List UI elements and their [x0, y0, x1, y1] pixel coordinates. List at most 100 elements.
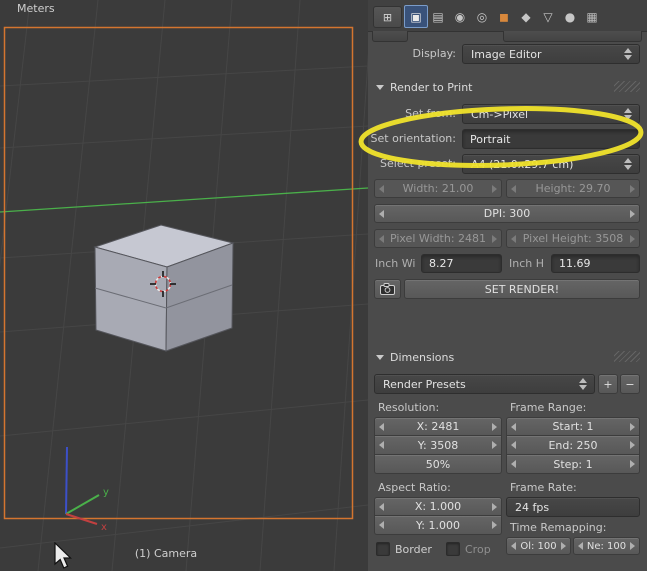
- dimensions-panel-header[interactable]: Dimensions: [368, 348, 647, 366]
- 3d-viewport[interactable]: y x: [0, 0, 368, 571]
- inch-height-value: 11.69: [559, 257, 591, 270]
- pixel-width-value: Pixel Width: 2481: [389, 232, 487, 245]
- tab-texture[interactable]: ▦: [580, 5, 604, 28]
- select-preset-dropdown[interactable]: A4 (21.0x29.7 cm): [462, 154, 640, 174]
- select-preset-label: Select preset:: [380, 157, 456, 170]
- tab-render[interactable]: ▣: [404, 5, 428, 28]
- checkbox-icon[interactable]: [376, 542, 390, 556]
- resolution-y-slider[interactable]: Y: 3508: [374, 436, 502, 455]
- decrement-arrow-icon[interactable]: [578, 542, 583, 550]
- decrement-arrow-icon[interactable]: [379, 422, 384, 431]
- increment-arrow-icon[interactable]: [630, 422, 635, 431]
- decrement-arrow-icon[interactable]: [379, 521, 384, 529]
- dropdown-arrows-icon: [624, 107, 632, 121]
- scrolled-widget-fragment: [372, 31, 408, 42]
- set-orientation-field[interactable]: Portrait: [462, 129, 640, 149]
- frame-start-value: Start: 1: [552, 420, 594, 433]
- border-checkbox-label: Border: [395, 542, 432, 556]
- resolution-label: Resolution:: [378, 401, 440, 414]
- panel-collapse-icon[interactable]: [376, 354, 384, 360]
- crop-checkbox-label: Crop: [465, 542, 491, 556]
- cube-object[interactable]: [93, 224, 235, 352]
- increment-arrow-icon: [492, 234, 497, 243]
- aspect-x-slider[interactable]: X: 1.000: [374, 497, 502, 516]
- frame-rate-label: Frame Rate:: [510, 481, 577, 494]
- border-checkbox[interactable]: Border: [376, 542, 432, 556]
- frame-end-slider[interactable]: End: 250: [506, 436, 640, 455]
- time-remap-new-value: Ne: 100: [586, 540, 627, 552]
- viewport-camera-label: (1) Camera: [134, 547, 198, 560]
- panel-drag-grip[interactable]: [614, 81, 640, 92]
- camera-icon: [380, 283, 395, 295]
- viewport-unit-label: Meters: [17, 2, 55, 15]
- render-presets-dropdown[interactable]: Render Presets: [374, 374, 595, 394]
- time-remapping-label: Time Remapping:: [510, 521, 607, 534]
- increment-arrow-icon[interactable]: [492, 422, 497, 431]
- frame-rate-value: 24 fps: [515, 500, 550, 514]
- tab-scene[interactable]: ◉: [448, 5, 472, 28]
- decrement-arrow-icon[interactable]: [511, 422, 516, 431]
- camera-snapshot-button[interactable]: [374, 279, 401, 299]
- decrement-arrow-icon[interactable]: [511, 542, 516, 550]
- resolution-x-slider[interactable]: X: 2481: [374, 417, 502, 436]
- aspect-y-slider[interactable]: Y: 1.000: [374, 516, 502, 535]
- frame-step-slider[interactable]: Step: 1: [506, 455, 640, 474]
- time-remap-old-slider[interactable]: Ol: 100: [506, 537, 571, 555]
- decrement-arrow-icon: [511, 234, 516, 243]
- dpi-value: DPI: 300: [483, 207, 531, 220]
- resolution-percentage-slider[interactable]: 50%: [374, 455, 502, 474]
- dpi-slider[interactable]: DPI: 300: [374, 204, 640, 223]
- remove-preset-button[interactable]: −: [620, 374, 640, 394]
- tab-object[interactable]: ◼: [492, 5, 516, 28]
- print-height-field: Height: 29.70: [506, 179, 640, 198]
- axis-y-label: y: [103, 487, 109, 498]
- set-from-label: Set from:: [405, 107, 456, 120]
- decrement-arrow-icon[interactable]: [511, 441, 516, 449]
- decrement-arrow-icon[interactable]: [379, 209, 384, 218]
- time-remap-new-slider[interactable]: Ne: 100: [573, 537, 640, 555]
- resolution-y-value: Y: 3508: [417, 438, 459, 452]
- inch-width-label: Inch Wi: [375, 257, 416, 270]
- render-presets-value: Render Presets: [383, 377, 466, 391]
- print-width-value: Width: 21.00: [402, 182, 474, 195]
- frame-rate-dropdown[interactable]: 24 fps: [506, 497, 640, 517]
- inch-width-field[interactable]: 8.27: [421, 254, 502, 273]
- decrement-arrow-icon[interactable]: [511, 460, 516, 468]
- set-from-dropdown[interactable]: Cm->Pixel: [462, 104, 640, 124]
- frame-start-slider[interactable]: Start: 1: [506, 417, 640, 436]
- aspect-x-value: X: 1.000: [414, 500, 462, 513]
- scrolled-widget-fragment: [503, 31, 642, 42]
- tab-material[interactable]: ●: [558, 5, 582, 28]
- increment-arrow-icon[interactable]: [492, 521, 497, 529]
- axis-x-label: x: [101, 522, 107, 533]
- tab-render-layers[interactable]: ▤: [426, 5, 450, 28]
- frame-step-value: Step: 1: [553, 457, 593, 471]
- display-mode-dropdown[interactable]: Image Editor: [462, 44, 640, 64]
- increment-arrow-icon[interactable]: [630, 460, 635, 468]
- time-remap-old-value: Ol: 100: [520, 540, 557, 552]
- increment-arrow-icon[interactable]: [630, 441, 635, 449]
- editor-type-selector[interactable]: ⊞: [373, 6, 402, 28]
- decrement-arrow-icon[interactable]: [379, 441, 384, 449]
- set-orientation-value: Portrait: [470, 132, 511, 146]
- inch-height-field[interactable]: 11.69: [551, 254, 640, 273]
- add-preset-button[interactable]: +: [598, 374, 618, 394]
- increment-arrow-icon[interactable]: [630, 209, 635, 218]
- print-height-value: Height: 29.70: [535, 182, 611, 195]
- set-render-button[interactable]: SET RENDER!: [404, 279, 640, 299]
- increment-arrow-icon[interactable]: [561, 542, 566, 550]
- increment-arrow-icon: [630, 234, 635, 243]
- tab-object-data[interactable]: ▽: [536, 5, 560, 28]
- panel-collapse-icon[interactable]: [376, 84, 384, 90]
- render-to-print-panel-header[interactable]: Render to Print: [368, 78, 647, 96]
- tab-modifiers[interactable]: ◆: [514, 5, 538, 28]
- select-preset-value: A4 (21.0x29.7 cm): [471, 157, 574, 171]
- panel-drag-grip[interactable]: [614, 351, 640, 362]
- tab-world[interactable]: ◎: [470, 5, 494, 28]
- decrement-arrow-icon[interactable]: [379, 502, 384, 511]
- increment-arrow-icon[interactable]: [630, 542, 635, 550]
- increment-arrow-icon[interactable]: [492, 502, 497, 511]
- blender-window: y x Meters (1) Camera ⊞ ▣ ▤ ◉ ◎ ◼ ◆ ▽ ● …: [0, 0, 647, 571]
- increment-arrow-icon[interactable]: [492, 441, 497, 449]
- minus-icon: −: [625, 377, 635, 391]
